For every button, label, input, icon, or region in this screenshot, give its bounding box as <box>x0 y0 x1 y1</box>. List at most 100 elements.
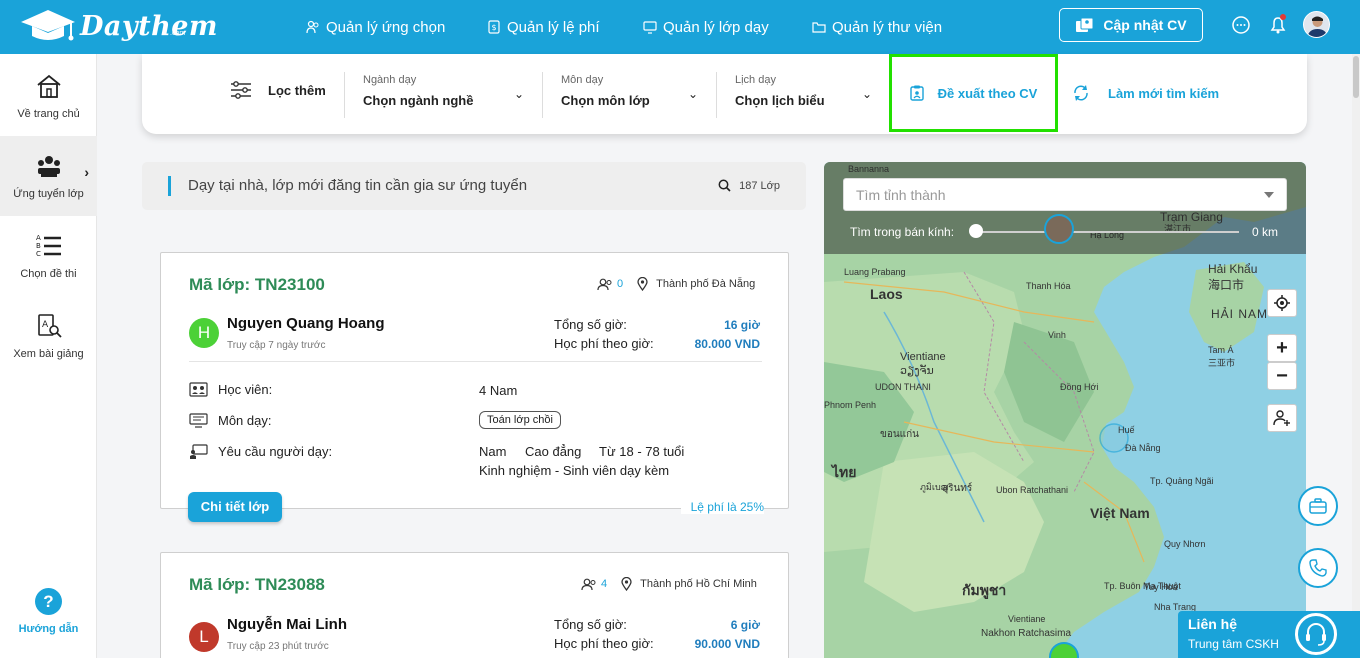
nav-manage-classes[interactable]: Quản lý lớp dạy <box>643 0 769 54</box>
select-value: Chọn lịch biểu <box>735 93 825 108</box>
suggest-by-cv-button[interactable]: Đề xuất theo CV <box>889 54 1058 132</box>
lecture-search-icon: A <box>37 314 62 338</box>
students-row-label: Học viên: <box>189 382 272 397</box>
phone-fab[interactable] <box>1298 548 1338 588</box>
hourly-fee-value: 90.000 VND <box>694 637 760 651</box>
students-icon <box>189 382 208 397</box>
requirement-label: Yêu cầu người dạy: <box>218 444 333 459</box>
tutor-name: Nguyễn Mai Linh <box>227 616 347 633</box>
refresh-icon <box>1074 85 1088 101</box>
user-avatar-icon <box>1307 16 1328 37</box>
headset-icon <box>1306 623 1326 646</box>
map-label: Luang Prabang <box>844 267 906 277</box>
users-icon <box>306 20 319 34</box>
svg-text:A: A <box>36 234 41 242</box>
add-user-location-button[interactable] <box>1267 404 1297 432</box>
chevron-down-icon: ⌄ <box>687 87 698 101</box>
more-filters-label: Lọc thêm <box>268 82 326 98</box>
sidebar-item-choose-exam[interactable]: ABC Chọn đề thi <box>0 216 97 296</box>
map-label: Thanh Hóa <box>1026 281 1071 291</box>
divider <box>189 361 762 362</box>
map-label: Đà Nẵng <box>1125 443 1161 453</box>
class-detail-button[interactable]: Chi tiết lớp <box>188 492 282 522</box>
user-plus-icon <box>1273 410 1290 426</box>
user-avatar[interactable] <box>1303 11 1330 38</box>
hourly-fee-label: Học phí theo giờ: <box>554 636 654 651</box>
group-icon <box>37 156 60 177</box>
applicant-count: 4 <box>601 578 608 590</box>
zoom-out-button[interactable]: − <box>1267 362 1297 390</box>
req-experience: Kinh nghiệm - Sinh viên dạy kèm <box>479 463 670 478</box>
map-label: Phnom Penh <box>824 400 877 410</box>
nav-manage-library[interactable]: Quản lý thư viện <box>812 0 942 54</box>
map-panel[interactable]: Laos Luang Prabang Vientiane ວຽງຈັນ UDON… <box>824 162 1306 658</box>
map-label: HẢI NAM <box>1211 307 1269 321</box>
subject-tag: Toán lớp chồi <box>479 411 561 429</box>
contact-support-button[interactable]: Liên hệ Trung tâm CSKH <box>1178 611 1360 658</box>
province-search-select[interactable]: Tìm tỉnh thành <box>843 178 1287 211</box>
brand-name: Daythem <box>80 10 218 42</box>
applicants-icon <box>581 578 596 590</box>
subject-label: Môn dạy: <box>218 413 272 428</box>
select-subject[interactable]: Môn dạy Chọn môn lớp ⌄ <box>542 72 698 118</box>
update-cv-button[interactable]: Cập nhật CV <box>1059 8 1203 42</box>
map-label: Tp. Quảng Ngãi <box>1150 476 1214 486</box>
map-label: ไทย <box>832 464 857 480</box>
briefcase-icon <box>1309 498 1327 514</box>
map-label: Laos <box>870 286 903 302</box>
zoom-in-button[interactable]: + <box>1267 334 1297 362</box>
top-navigation-bar: Daythem .com Quản lý ứng chọn $ Quản lý … <box>0 0 1360 54</box>
sidebar-item-view-lectures[interactable]: A Xem bài giảng <box>0 296 97 376</box>
monitor-icon <box>643 21 657 34</box>
map-label: Quy Nhơn <box>1164 539 1206 549</box>
caret-down-icon <box>1264 192 1274 198</box>
radius-value: 0 km <box>1252 225 1279 239</box>
map-label: 三亚市 <box>1208 358 1236 368</box>
refresh-search-button[interactable]: Làm mới tìm kiếm <box>1072 54 1219 132</box>
page-scrollbar[interactable] <box>1352 54 1360 658</box>
help-link[interactable]: ? Hướng dẫn <box>0 588 97 635</box>
req-level: Cao đẳng <box>525 444 582 459</box>
clipboard-user-icon <box>909 85 924 101</box>
map-label: กัมพูชา <box>962 582 1007 598</box>
map-label: UDON THANI <box>875 382 931 392</box>
nav-manage-applications[interactable]: Quản lý ứng chọn <box>306 0 445 54</box>
svg-text:A: A <box>42 320 49 330</box>
user-location-marker[interactable] <box>1044 214 1074 244</box>
map-label: Vientiane <box>1008 614 1046 624</box>
folder-icon <box>812 22 826 33</box>
class-card: Mã lớp: TN23100 0 Thành phố Đà Nẵng H Ng… <box>160 252 789 509</box>
map-label: ວຽງຈັນ <box>900 365 934 377</box>
applicants-icon <box>597 278 612 290</box>
class-count-value: 187 Lớp <box>739 179 780 192</box>
location-pin-icon <box>621 577 632 591</box>
class-count[interactable]: 187 Lớp <box>718 179 780 192</box>
radius-label: Tìm trong bán kính: <box>850 225 955 239</box>
sidebar-item-apply-class[interactable]: Ứng tuyển lớp › <box>0 136 97 216</box>
cv-stack-icon <box>1076 17 1094 32</box>
location-pin-icon <box>637 277 648 291</box>
filter-bar: Lọc thêm Ngành dạy Chọn ngành nghề ⌄ Môn… <box>142 54 1307 134</box>
sidebar-item-label: Ứng tuyển lớp <box>13 188 84 200</box>
daythem-logo[interactable]: Daythem <box>20 6 218 46</box>
map-label: Huế <box>1118 425 1135 435</box>
bell-icon[interactable] <box>1267 14 1289 36</box>
locate-me-button[interactable] <box>1267 289 1297 317</box>
select-field-of-teaching[interactable]: Ngành dạy Chọn ngành nghề ⌄ <box>344 72 524 118</box>
briefcase-fab[interactable] <box>1298 486 1338 526</box>
select-schedule[interactable]: Lịch dạy Chọn lịch biểu ⌄ <box>716 72 872 118</box>
sidebar-item-label: Xem bài giảng <box>13 348 84 360</box>
requirement-row-label: Yêu cầu người dạy: <box>189 444 332 459</box>
map-label: Vinh <box>1048 330 1066 340</box>
radius-slider-handle[interactable] <box>969 224 983 238</box>
page-scrollbar-thumb[interactable] <box>1353 56 1359 98</box>
chat-icon[interactable] <box>1230 14 1252 36</box>
teacher-icon <box>190 444 208 459</box>
more-filters-button[interactable]: Lọc thêm <box>230 80 326 100</box>
class-meta: 4 Thành phố Hồ Chí Minh <box>581 577 757 591</box>
svg-text:$: $ <box>491 23 496 32</box>
radius-slider[interactable] <box>977 231 1239 233</box>
sidebar-item-home[interactable]: Về trang chủ <box>0 56 97 136</box>
select-label: Ngành dạy <box>363 74 417 86</box>
nav-manage-fees[interactable]: $ Quản lý lệ phí <box>487 0 600 54</box>
